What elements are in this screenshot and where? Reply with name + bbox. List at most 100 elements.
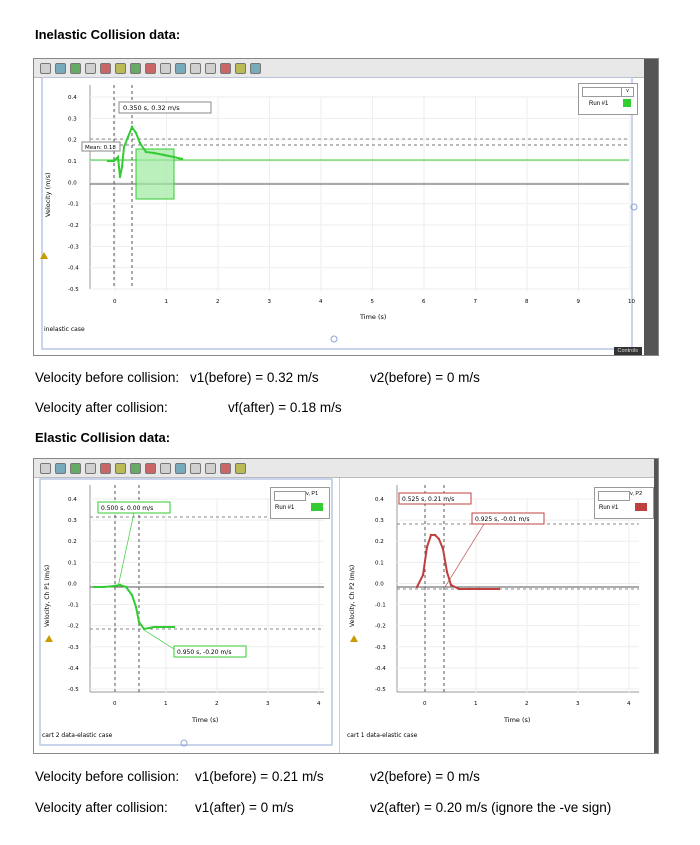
y-tick-label: 0.1 — [68, 560, 77, 566]
annotate-icon[interactable] — [145, 62, 156, 74]
series-point — [144, 150, 148, 154]
x-tick-label: 1 — [165, 299, 169, 305]
series-point — [441, 547, 445, 551]
points-icon[interactable] — [190, 62, 201, 74]
series-point — [437, 537, 441, 541]
window-edge — [644, 59, 658, 355]
graph-caption: cart 1 data-elastic case — [347, 732, 418, 739]
data-icon[interactable] — [55, 62, 66, 74]
inelastic-v1-before: v1(before) = 0.32 m/s — [190, 370, 319, 385]
slope-icon[interactable] — [175, 62, 186, 74]
settings-icon[interactable] — [235, 462, 246, 474]
x-tick-label: 1 — [164, 701, 168, 707]
series-point — [118, 583, 122, 587]
y-tick-label: 0.2 — [68, 138, 77, 144]
y-tick-label: -0.3 — [375, 645, 386, 651]
graph-icon[interactable] — [40, 462, 51, 474]
sensor-select[interactable] — [598, 491, 630, 501]
series-point — [425, 545, 429, 549]
annotate-icon[interactable] — [145, 462, 156, 474]
y-tick-label: -0.4 — [68, 266, 79, 272]
series-point — [106, 159, 110, 163]
curve-fit-icon[interactable] — [160, 462, 171, 474]
settings-icon[interactable] — [235, 62, 246, 74]
x-axis-title: Time (s) — [191, 716, 218, 724]
y-tick-label: 0.0 — [375, 581, 384, 587]
sigma-icon[interactable] — [85, 62, 96, 74]
graph-toolbar — [34, 459, 658, 478]
elastic-v2-after: v2(after) = 0.20 m/s (ignore the -ve sig… — [370, 800, 612, 815]
inelastic-heading: Inelastic Collision data: — [35, 27, 181, 42]
elastic-v1-before: v1(before) = 0.21 m/s — [195, 769, 324, 784]
series-point — [449, 583, 453, 587]
table-icon[interactable] — [205, 62, 216, 74]
y-tick-label: -0.5 — [375, 687, 386, 693]
y-tick-label: -0.4 — [375, 666, 386, 672]
run-color-swatch — [623, 99, 631, 107]
run-label: Run #1 — [589, 101, 609, 107]
readout-top-text: 0.525 s, 0.21 m/s — [402, 496, 454, 503]
series-point — [92, 585, 96, 589]
resize-handle — [330, 335, 338, 343]
x-tick-label: 3 — [268, 299, 272, 305]
readout-leader — [444, 523, 485, 588]
data-icon[interactable] — [55, 462, 66, 474]
highlight-icon[interactable] — [100, 62, 111, 74]
sensor-select[interactable] — [582, 87, 622, 97]
points-icon[interactable] — [190, 462, 201, 474]
series-point — [112, 584, 116, 588]
run-legend[interactable]: v Run #1 — [578, 83, 638, 115]
y-tick-label: 0.3 — [375, 518, 384, 524]
x-tick-label: 9 — [577, 299, 581, 305]
run-legend-p1[interactable]: v, P1 Run #1 — [270, 487, 330, 519]
graph-icon[interactable] — [40, 62, 51, 74]
x-tick-label: 6 — [422, 299, 426, 305]
select-icon[interactable] — [70, 62, 81, 74]
y-tick-label: 0.4 — [375, 497, 384, 503]
sensor-select[interactable] — [274, 491, 306, 501]
run-legend-p2[interactable]: v, P2 Run #1 — [594, 487, 654, 519]
x-tick-label: 2 — [215, 701, 219, 707]
inelastic-graph-svg: 0.4 0.3 0.2 0.1 0.0 -0.1 -0.2 -0.3 -0.4 -0.5 0 1 2 3… — [40, 77, 638, 350]
series-point — [415, 585, 419, 589]
series-point — [134, 131, 138, 135]
axis-warning-icon — [45, 635, 53, 642]
y-tick-label: -0.1 — [375, 603, 386, 609]
run-icon[interactable] — [250, 62, 261, 74]
scale-icon[interactable] — [115, 462, 126, 474]
inelastic-vf-after: vf(after) = 0.18 m/s — [228, 400, 342, 415]
y-tick-label: -0.1 — [68, 603, 79, 609]
curve-fit-icon[interactable] — [160, 62, 171, 74]
x-tick-label: 4 — [317, 701, 321, 707]
readout-leader — [117, 512, 135, 588]
sigma-icon[interactable] — [85, 462, 96, 474]
series-point — [124, 585, 128, 589]
y-axis-title: Velocity (m/s) — [44, 172, 52, 217]
elastic-heading: Elastic Collision data: — [35, 430, 171, 445]
scale-icon[interactable] — [115, 62, 126, 74]
x-tick-label: 10 — [628, 299, 635, 305]
elastic-v2-before: v2(before) = 0 m/s — [370, 769, 480, 784]
series-point — [134, 605, 138, 609]
delete-icon[interactable] — [220, 462, 231, 474]
y-tick-label: 0.0 — [68, 581, 77, 587]
series-point — [477, 587, 481, 591]
coordinate-icon[interactable] — [130, 462, 141, 474]
x-tick-label: 0 — [113, 299, 117, 305]
run-label: Run #1 — [599, 505, 619, 511]
readout-top-text: 0.500 s, 0.00 m/s — [101, 505, 153, 512]
run-color-swatch — [311, 503, 323, 511]
highlight-icon[interactable] — [100, 462, 111, 474]
coordinate-icon[interactable] — [130, 62, 141, 74]
chevron-down-icon[interactable]: v — [621, 87, 634, 97]
slope-icon[interactable] — [175, 462, 186, 474]
select-icon[interactable] — [70, 462, 81, 474]
graph-toolbar — [34, 59, 658, 78]
series-point — [137, 620, 141, 624]
controls-tab[interactable]: Controls — [613, 347, 642, 355]
axis-warning-icon — [350, 635, 358, 642]
readout-bottom-text: 0.950 s, -0.20 m/s — [177, 649, 231, 656]
table-icon[interactable] — [205, 462, 216, 474]
x-tick-label: 2 — [525, 701, 529, 707]
delete-icon[interactable] — [220, 62, 231, 74]
